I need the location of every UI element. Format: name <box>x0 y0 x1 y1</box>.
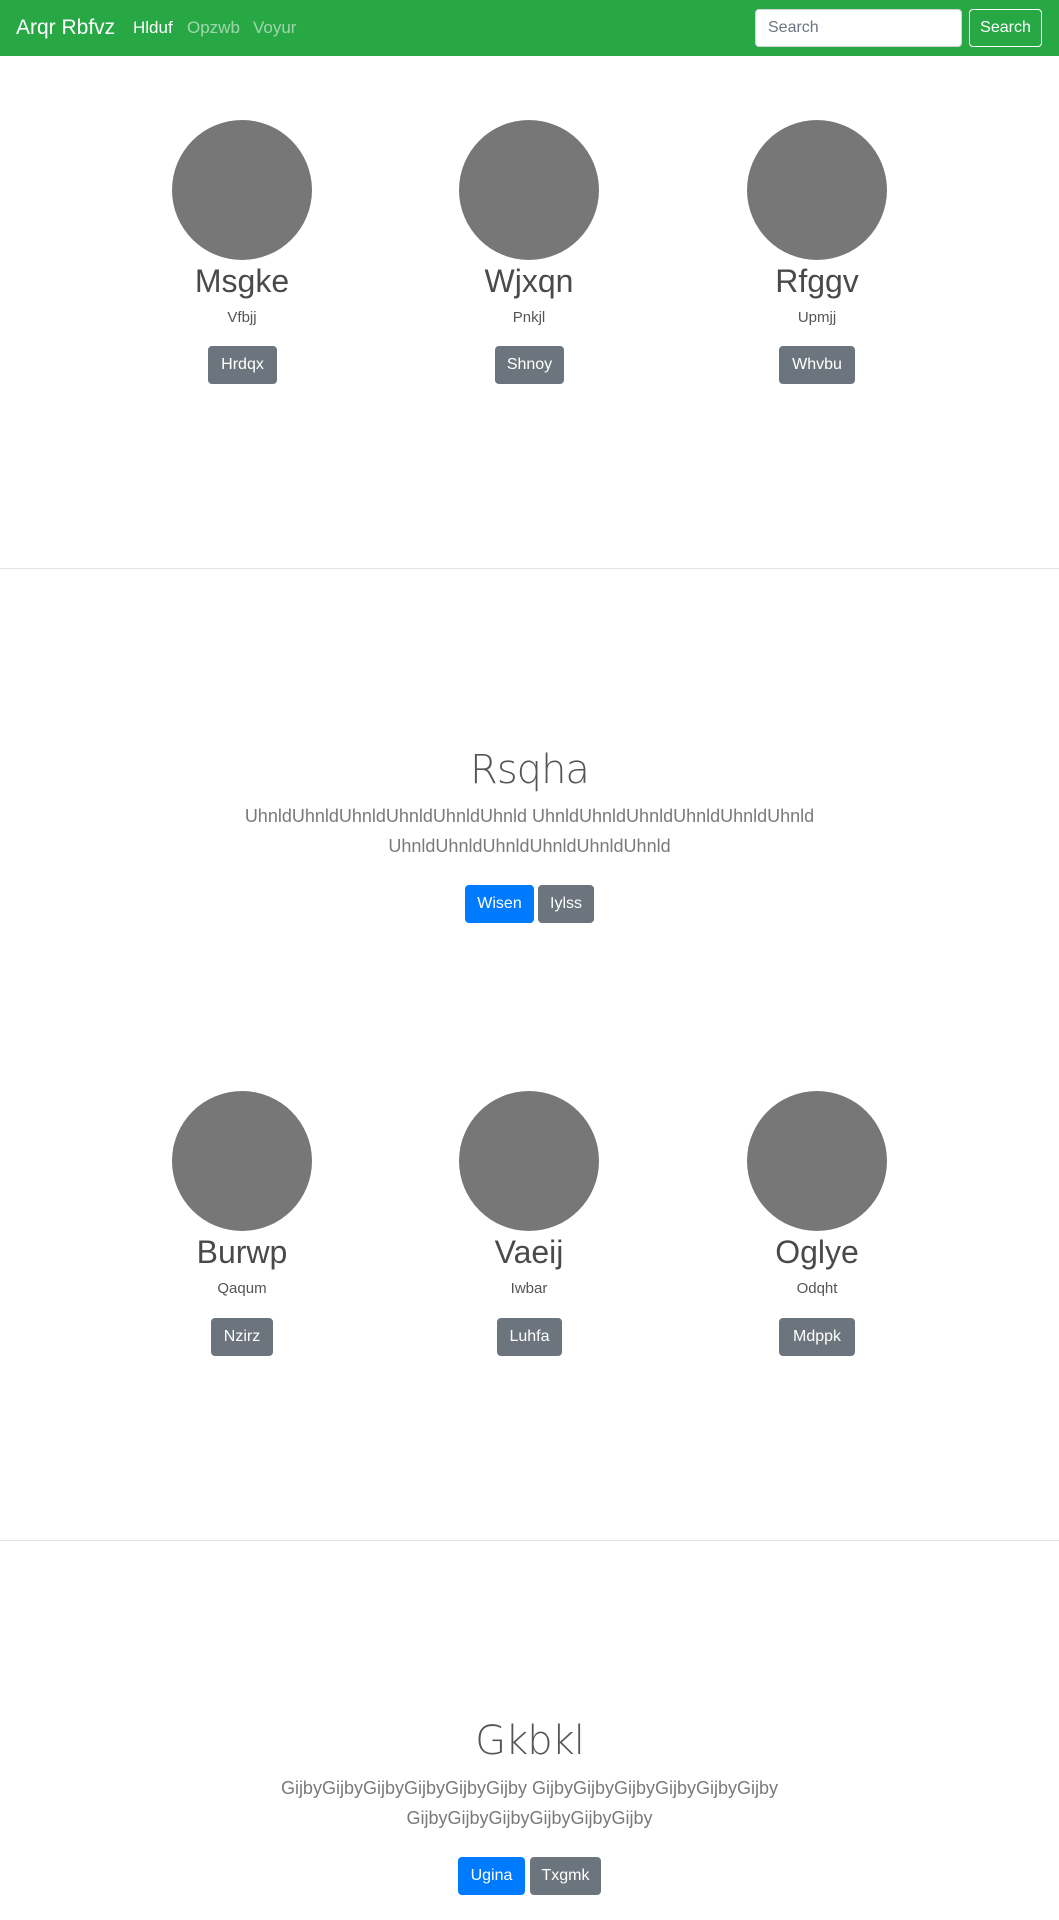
search-button[interactable]: Search <box>969 9 1042 47</box>
profile-subtitle: Odqht <box>796 1280 838 1297</box>
profile-name: Oglye <box>775 1234 859 1270</box>
profile-name: Burwp <box>196 1234 288 1270</box>
avatar <box>459 120 599 260</box>
profile-button[interactable]: Nzirz <box>211 1318 273 1356</box>
profile-name: Rfggv <box>775 263 859 299</box>
hero-secondary-button[interactable]: Txgmk <box>530 1857 601 1895</box>
nav-link-opzwb[interactable]: Opzwb <box>187 17 240 39</box>
profile-name: Vaeij <box>494 1234 564 1270</box>
profile-subtitle: Upmjj <box>797 309 837 326</box>
profile-name: Wjxqn <box>484 263 574 299</box>
search-input[interactable] <box>755 9 962 47</box>
hero-title: Rsqha <box>470 747 590 793</box>
avatar <box>747 1091 887 1231</box>
hero-primary-button[interactable]: Wisen <box>465 885 534 923</box>
top-navbar: Arqr Rbfvz Hlduf Opzwb Voyur Search <box>0 0 1059 56</box>
profile-button[interactable]: Shnoy <box>495 346 564 384</box>
profile-button[interactable]: Luhfa <box>497 1318 562 1356</box>
profile-subtitle: Pnkjl <box>512 309 546 326</box>
nav-link-hlduf[interactable]: Hlduf <box>133 17 173 39</box>
profile-button[interactable]: Whvbu <box>779 346 855 384</box>
profile-name: Msgke <box>194 263 290 299</box>
hero-text-line-1: UhnldUhnldUhnldUhnldUhnldUhnld UhnldUhnl… <box>244 806 815 826</box>
hero-primary-button[interactable]: Ugina <box>458 1857 525 1895</box>
section-divider <box>0 568 1059 569</box>
avatar <box>172 1091 312 1231</box>
profile-button[interactable]: Hrdqx <box>208 346 277 384</box>
avatar <box>747 120 887 260</box>
profile-button[interactable]: Mdppk <box>779 1318 855 1356</box>
hero-text-line-2: GijbyGijbyGijbyGijbyGijbyGijby <box>406 1808 653 1828</box>
hero-title: Gkbkl <box>475 1718 585 1764</box>
brand-link[interactable]: Arqr Rbfvz <box>16 14 115 42</box>
nav-link-voyur[interactable]: Voyur <box>253 17 296 39</box>
section-divider <box>0 1540 1059 1541</box>
profile-subtitle: Vfbjj <box>227 309 257 326</box>
avatar <box>172 120 312 260</box>
hero-text-line-1: GijbyGijbyGijbyGijbyGijbyGijby GijbyGijb… <box>280 1778 779 1798</box>
profile-subtitle: Qaqum <box>217 1280 267 1297</box>
hero-secondary-button[interactable]: Iylss <box>538 885 594 923</box>
profile-subtitle: Iwbar <box>510 1280 548 1297</box>
avatar <box>459 1091 599 1231</box>
hero-text-line-2: UhnldUhnldUhnldUhnldUhnldUhnld <box>388 836 671 856</box>
